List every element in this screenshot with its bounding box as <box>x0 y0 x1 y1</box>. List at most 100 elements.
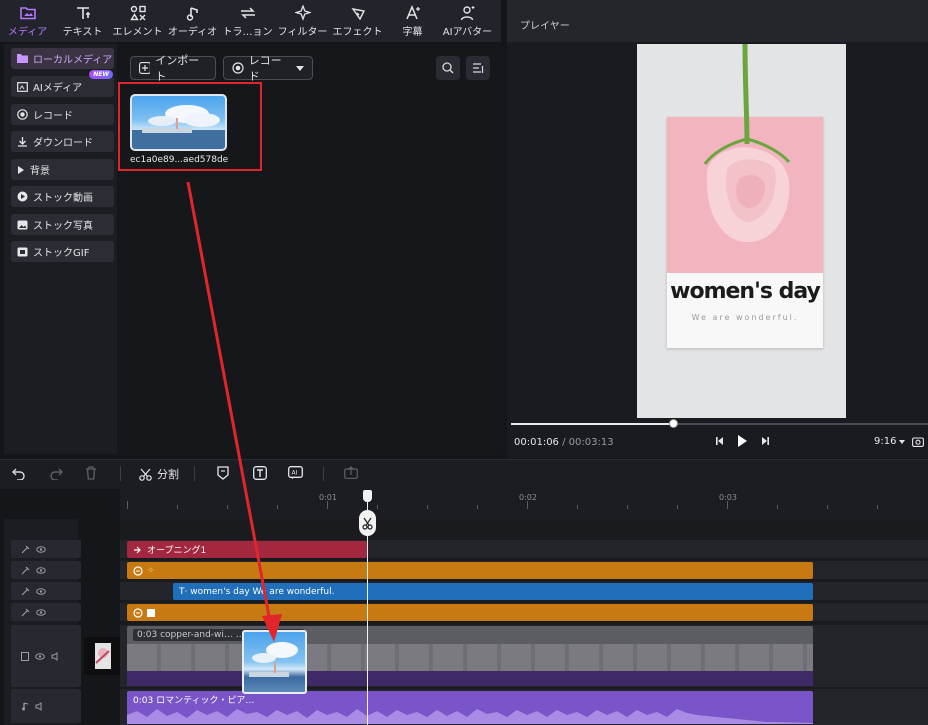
white-square-mark <box>147 608 155 617</box>
aspect-ratio-dropdown[interactable]: 9:16 <box>874 436 906 447</box>
folder-icon <box>17 54 28 63</box>
record-label: レコード <box>248 54 282 83</box>
sidebar-item-local-media[interactable]: ローカルメディア <box>11 48 114 69</box>
eye-icon[interactable] <box>35 652 45 660</box>
split-button[interactable]: 分割 <box>139 466 179 482</box>
sort-button[interactable] <box>466 56 490 80</box>
chevron-down-icon <box>296 65 304 71</box>
speaker-icon[interactable] <box>35 701 45 711</box>
subtitle-icon <box>405 4 421 21</box>
sidebar-item-ai-media[interactable]: AIメディア NEW <box>11 70 114 97</box>
tab-ai-avatar[interactable]: AIアバター <box>440 0 495 42</box>
track-header-video <box>11 625 81 687</box>
background-icon <box>18 165 24 174</box>
tab-filter[interactable]: フィルター <box>275 0 330 42</box>
record-icon <box>17 109 28 120</box>
seek-handle[interactable] <box>669 419 678 428</box>
eye-icon[interactable] <box>36 545 46 553</box>
track-header-audio <box>11 689 81 723</box>
sky-image <box>132 105 225 149</box>
tab-transition[interactable]: トラ…ョン <box>220 0 275 42</box>
lock-icon[interactable] <box>21 545 30 554</box>
marker-icon[interactable] <box>217 466 229 480</box>
sidebar-item-background[interactable]: 背景 <box>11 159 114 180</box>
sidebar-item-download[interactable]: ダウンロード <box>11 131 114 152</box>
tab-audio[interactable]: オーディオ <box>165 0 220 42</box>
opening-clip[interactable]: オープニング1 <box>127 541 367 558</box>
tab-label: エフェクト <box>332 26 383 38</box>
search-button[interactable] <box>436 56 460 80</box>
tab-media[interactable]: メディア <box>0 0 55 42</box>
drag-preview-thumbnail <box>242 630 307 694</box>
ruler-label: 0:02 <box>519 493 537 502</box>
lock-icon[interactable] <box>21 608 30 617</box>
split-label: 分割 <box>157 468 179 481</box>
sidebar-item-label: ダウンロード <box>33 138 93 149</box>
text-clip[interactable]: T· women's day We are wonderful. <box>173 583 813 600</box>
scissors-icon <box>362 517 373 530</box>
stock-gif-icon <box>17 247 28 256</box>
sidebar-item-record[interactable]: レコード <box>11 104 114 125</box>
time-display: 00:01:06 / 00:03:13 <box>514 437 614 448</box>
eye-icon[interactable] <box>36 587 46 595</box>
playhead-handle[interactable] <box>363 490 372 502</box>
previous-frame-icon[interactable] <box>716 436 725 446</box>
redo-icon[interactable] <box>49 467 63 480</box>
lock-icon[interactable] <box>21 566 30 575</box>
track-headers <box>4 519 81 725</box>
lock-icon[interactable] <box>21 587 30 596</box>
tab-effect[interactable]: エフェクト <box>330 0 385 42</box>
ai-caption-icon[interactable]: AI <box>288 466 303 480</box>
record-dropdown-button[interactable]: レコード <box>223 54 313 83</box>
tab-text[interactable]: テキスト <box>55 0 110 42</box>
play-icon[interactable] <box>737 435 747 447</box>
speaker-icon[interactable] <box>51 651 61 661</box>
current-time: 00:01:06 <box>514 437 559 448</box>
tab-subtitle[interactable]: 字幕 <box>385 0 440 42</box>
undo-icon[interactable] <box>12 467 26 480</box>
tab-elements[interactable]: エレメント <box>110 0 165 42</box>
media-thumbnail[interactable] <box>130 94 227 151</box>
tab-label: 字幕 <box>402 26 423 38</box>
text-tool-icon[interactable] <box>253 466 267 480</box>
next-frame-icon[interactable] <box>760 436 769 446</box>
clip-label: オープニング1 <box>147 546 207 556</box>
snapshot-icon[interactable] <box>912 436 924 447</box>
sparkle-mark: ✧ <box>147 565 155 576</box>
tab-label: テキスト <box>62 26 103 38</box>
import-button[interactable]: インポート <box>130 54 216 83</box>
sidebar-item-stock-video[interactable]: ストック動画 <box>11 186 114 207</box>
aspect-label: 9:16 <box>874 436 897 447</box>
delete-icon[interactable] <box>85 466 97 480</box>
video-audio-strip <box>127 671 813 686</box>
eye-icon[interactable] <box>36 608 46 616</box>
effect-icon <box>133 607 143 618</box>
playhead-split-button[interactable] <box>359 510 376 536</box>
effect-icon <box>133 565 143 576</box>
eye-icon[interactable] <box>36 566 46 574</box>
export-clip-icon[interactable] <box>344 466 358 479</box>
clip-label: T· women's day We are wonderful. <box>179 586 335 597</box>
stock-video-icon <box>17 191 28 202</box>
sidebar-item-label: ストックGIF <box>33 248 90 259</box>
effect-clip[interactable]: ✧ <box>127 562 813 579</box>
sidebar-item-stock-photo[interactable]: ストック写真 <box>11 214 114 235</box>
sky-image <box>249 642 298 677</box>
search-icon <box>442 62 454 74</box>
sidebar-item-label: ローカルメディア <box>33 55 113 66</box>
toolbar-divider <box>323 466 324 481</box>
stock-photo-icon <box>17 220 28 229</box>
elements-icon <box>129 5 146 21</box>
video-cover-thumbnail[interactable] <box>84 637 122 675</box>
toolbar-divider <box>120 466 121 481</box>
player-header <box>507 0 928 42</box>
tab-label: トラ…ョン <box>222 26 273 38</box>
track-header-effect <box>11 561 81 579</box>
sidebar-item-stock-gif[interactable]: ストックGIF <box>11 241 114 262</box>
record-icon <box>232 62 244 74</box>
sticker-clip[interactable] <box>127 604 813 621</box>
seek-bar-progress <box>511 423 674 425</box>
opening-icon <box>134 546 141 553</box>
tab-label: メディア <box>7 26 48 38</box>
effect-icon <box>350 5 366 21</box>
